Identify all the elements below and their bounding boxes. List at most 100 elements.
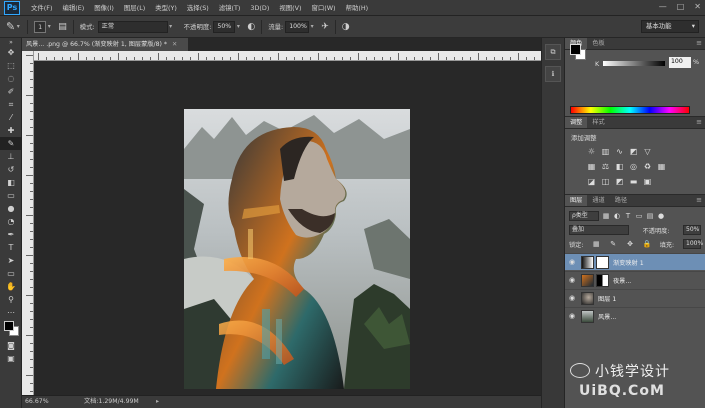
layer-row[interactable]: ◉ 夜景... xyxy=(565,271,705,288)
hand-tool-icon[interactable]: ✋ xyxy=(0,280,22,293)
selective-color-icon[interactable]: ▣ xyxy=(643,177,652,186)
quick-mask-icon[interactable]: ◙ xyxy=(0,339,22,352)
tab-styles[interactable]: 样式 xyxy=(587,117,609,128)
brush-tool-icon[interactable]: ✎ xyxy=(0,137,22,150)
canvas-pasteboard[interactable] xyxy=(34,61,541,395)
mode-select[interactable]: 正常 ▾ xyxy=(97,20,174,33)
move-tool-icon[interactable]: ✥ xyxy=(0,46,22,59)
tab-adjustments[interactable]: 调整 xyxy=(565,117,588,128)
threshold-icon[interactable]: ◩ xyxy=(615,177,624,186)
channel-mixer-icon[interactable]: ♻ xyxy=(643,162,652,171)
layer-row[interactable]: ◉ 渐变映射 1 xyxy=(565,253,705,270)
layer-mask-thumbnail[interactable] xyxy=(596,255,609,269)
history-panel-icon[interactable]: ⧉ xyxy=(545,44,561,60)
type-filter-icon[interactable]: T xyxy=(624,212,632,220)
smart-object-filter-icon[interactable]: ▤ xyxy=(646,212,654,220)
menu-view[interactable]: 视图(V) xyxy=(274,3,306,12)
color-swatches[interactable] xyxy=(0,319,21,339)
visibility-eye-icon[interactable]: ◉ xyxy=(565,312,579,320)
blend-mode-select[interactable]: 叠加 xyxy=(569,225,629,235)
vibrance-icon[interactable]: ▽ xyxy=(643,147,652,156)
brightness-contrast-icon[interactable]: ☼ xyxy=(587,147,596,156)
maximize-button[interactable]: □ xyxy=(677,2,685,11)
edit-toolbar-icon[interactable]: ⋯ xyxy=(0,306,22,319)
menu-filter[interactable]: 滤镜(T) xyxy=(214,3,246,12)
fill-value[interactable]: 100% xyxy=(683,239,703,249)
menu-3d[interactable]: 3D(D) xyxy=(245,4,274,12)
clone-stamp-tool-icon[interactable]: ⊥ xyxy=(0,150,22,163)
pixel-filter-icon[interactable]: ▦ xyxy=(602,212,610,220)
visibility-eye-icon[interactable]: ◉ xyxy=(565,276,579,284)
menu-help[interactable]: 帮助(H) xyxy=(341,3,374,12)
zoom-tool-icon[interactable]: ⚲ xyxy=(0,293,22,306)
menu-window[interactable]: 窗口(W) xyxy=(306,3,340,12)
vertical-ruler[interactable] xyxy=(22,51,34,395)
path-select-tool-icon[interactable]: ➤ xyxy=(0,254,22,267)
history-brush-tool-icon[interactable]: ↺ xyxy=(0,163,22,176)
black-white-icon[interactable]: ◧ xyxy=(615,162,624,171)
color-spectrum[interactable] xyxy=(570,106,690,114)
eraser-tool-icon[interactable]: ◧ xyxy=(0,176,22,189)
crop-tool-icon[interactable]: ⌗ xyxy=(0,98,22,111)
pen-tool-icon[interactable]: ✒ xyxy=(0,228,22,241)
pressure-opacity-icon[interactable]: ◐ xyxy=(247,22,255,32)
lock-all-icon[interactable]: 🔒 xyxy=(643,240,652,248)
horizontal-ruler[interactable] xyxy=(34,51,541,61)
blur-tool-icon[interactable]: ● xyxy=(0,202,22,215)
foreground-color-swatch[interactable] xyxy=(570,44,581,55)
k-channel-slider[interactable] xyxy=(603,61,665,66)
photo-filter-icon[interactable]: ◎ xyxy=(629,162,638,171)
tab-paths[interactable]: 路径 xyxy=(610,195,632,206)
rectangle-tool-icon[interactable]: ▭ xyxy=(0,267,22,280)
flow-field[interactable]: 100% ▾ xyxy=(285,20,315,33)
posterize-icon[interactable]: ◫ xyxy=(601,177,610,186)
close-icon[interactable]: ✕ xyxy=(172,41,177,48)
tools-collapse-icon[interactable]: » xyxy=(0,38,22,46)
pressure-size-icon[interactable]: ◑ xyxy=(342,22,350,32)
curves-icon[interactable]: ∿ xyxy=(615,147,624,156)
status-menu-icon[interactable]: ▸ xyxy=(156,396,159,408)
invert-icon[interactable]: ◪ xyxy=(587,177,596,186)
layer-row[interactable]: ◉ 风景... xyxy=(565,307,705,324)
dodge-tool-icon[interactable]: ◔ xyxy=(0,215,22,228)
marquee-tool-icon[interactable]: ⬚ xyxy=(0,59,22,72)
adjustment-filter-icon[interactable]: ◐ xyxy=(613,212,621,220)
gradient-map-icon[interactable]: ▬ xyxy=(629,177,638,186)
tab-layers[interactable]: 图层 xyxy=(565,195,588,206)
airbrush-icon[interactable]: ✈ xyxy=(321,22,329,32)
minimize-button[interactable]: — xyxy=(659,2,667,11)
brush-preset-picker[interactable]: 1 ▾ xyxy=(34,20,52,33)
properties-panel-icon[interactable]: ℹ xyxy=(545,66,561,82)
layer-opacity-value[interactable]: 50% xyxy=(683,225,701,235)
filter-toggle-icon[interactable]: ● xyxy=(657,212,665,220)
type-tool-icon[interactable]: T xyxy=(0,241,22,254)
menu-image[interactable]: 图像(I) xyxy=(89,3,119,12)
visibility-eye-icon[interactable]: ◉ xyxy=(565,258,579,266)
color-lookup-icon[interactable]: ▦ xyxy=(657,162,666,171)
hue-saturation-icon[interactable]: ▦ xyxy=(587,162,596,171)
lock-image-icon[interactable]: ✎ xyxy=(609,240,617,248)
visibility-eye-icon[interactable]: ◉ xyxy=(565,294,579,302)
document-tab[interactable]: 风景... .png @ 66.7% (渐变映射 1, 图层蒙版/8) * ✕ xyxy=(22,38,188,51)
brush-tool-icon[interactable]: ✎ xyxy=(6,20,15,33)
layer-mask-thumbnail[interactable] xyxy=(596,273,609,287)
lock-position-icon[interactable]: ✥ xyxy=(626,240,634,248)
menu-select[interactable]: 选择(S) xyxy=(182,3,214,12)
brush-panel-toggle-icon[interactable]: ▤ xyxy=(58,22,67,32)
layer-row[interactable]: ◉ 图层 1 xyxy=(565,289,705,306)
menu-file[interactable]: 文件(F) xyxy=(26,3,57,12)
panel-menu-icon[interactable]: ≡ xyxy=(696,39,702,47)
chevron-down-icon[interactable]: ▾ xyxy=(15,23,21,30)
menu-layer[interactable]: 图层(L) xyxy=(119,3,150,12)
shape-filter-icon[interactable]: ▭ xyxy=(635,212,643,220)
workspace-select[interactable]: 基本功能 ▾ xyxy=(641,20,699,33)
menu-type[interactable]: 类型(Y) xyxy=(150,3,182,12)
panel-menu-icon[interactable]: ≡ xyxy=(696,196,702,204)
tab-channels[interactable]: 通道 xyxy=(587,195,609,206)
double-exposure-artwork[interactable] xyxy=(184,109,410,389)
screen-mode-icon[interactable]: ▣ xyxy=(0,352,22,365)
panel-menu-icon[interactable]: ≡ xyxy=(696,118,702,126)
levels-icon[interactable]: ▥ xyxy=(601,147,610,156)
color-balance-icon[interactable]: ⚖ xyxy=(601,162,610,171)
lasso-tool-icon[interactable]: ◌ xyxy=(0,72,22,85)
